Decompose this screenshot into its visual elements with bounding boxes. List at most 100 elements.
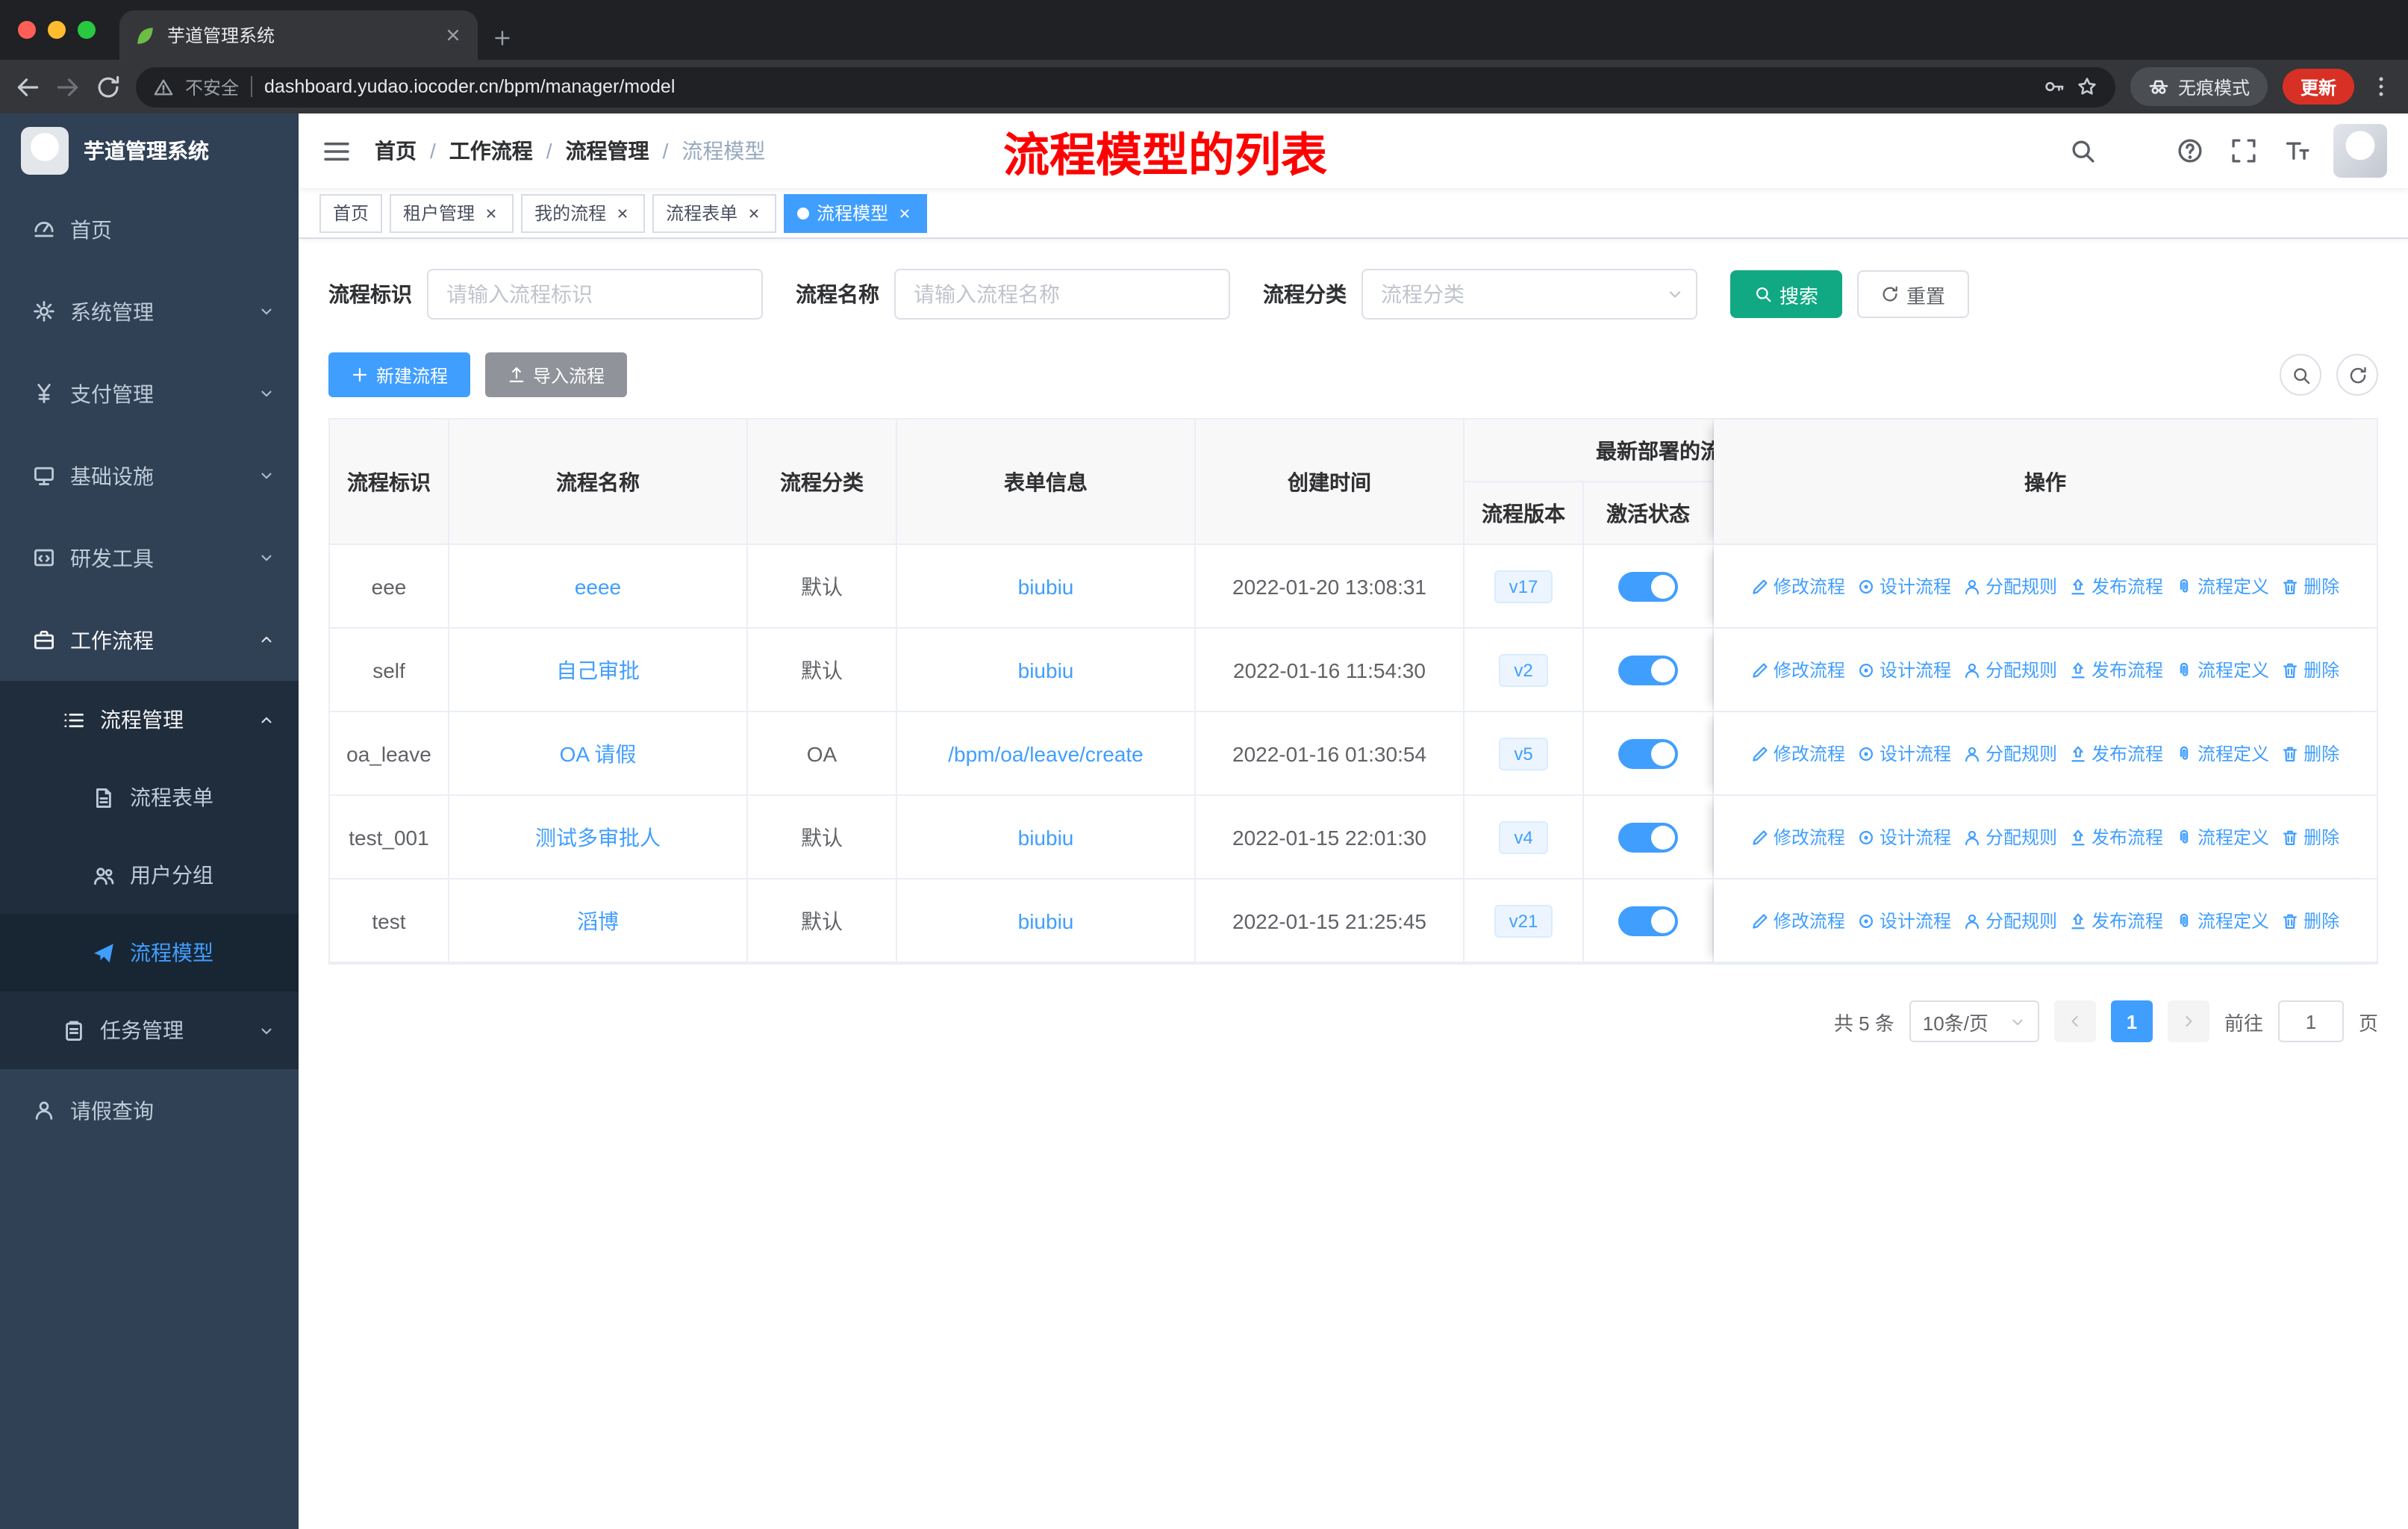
active-toggle[interactable] xyxy=(1618,738,1678,768)
action-assign[interactable]: 分配规则 xyxy=(1963,741,2057,766)
action-delete[interactable]: 删除 xyxy=(2281,824,2339,850)
reload-button[interactable] xyxy=(96,74,121,99)
action-publish[interactable]: 发布流程 xyxy=(2069,657,2163,682)
sidebar-item-process-form[interactable]: 流程表单 xyxy=(0,759,299,836)
action-assign[interactable]: 分配规则 xyxy=(1963,908,2057,933)
sidebar-item-process-management[interactable]: 流程管理 xyxy=(0,681,299,759)
sidebar-item-process-model[interactable]: 流程模型 xyxy=(0,914,299,991)
form-link[interactable]: biubiu xyxy=(1018,658,1074,682)
action-definition[interactable]: 流程定义 xyxy=(2175,573,2269,599)
action-publish[interactable]: 发布流程 xyxy=(2069,908,2163,933)
process-name-link[interactable]: 自己审批 xyxy=(556,655,640,685)
breadcrumb-item-workflow[interactable]: 工作流程 xyxy=(449,136,533,166)
process-name-link[interactable]: 滔博 xyxy=(577,906,619,935)
sidebar-item-user-group[interactable]: 用户分组 xyxy=(0,836,299,914)
close-icon[interactable] xyxy=(745,204,763,222)
sidebar-item-system[interactable]: 系统管理 xyxy=(0,270,299,352)
menu-dots-icon[interactable] xyxy=(2369,75,2393,99)
action-assign[interactable]: 分配规则 xyxy=(1963,824,2057,850)
sidebar-item-infrastructure[interactable]: 基础设施 xyxy=(0,435,299,517)
page-number-button[interactable]: 1 xyxy=(2110,1000,2153,1042)
action-delete[interactable]: 删除 xyxy=(2281,573,2339,599)
action-design[interactable]: 设计流程 xyxy=(1857,824,1951,850)
close-tab-icon[interactable] xyxy=(443,25,463,45)
action-edit[interactable]: 修改流程 xyxy=(1751,908,1845,933)
user-avatar[interactable] xyxy=(2333,124,2387,178)
search-button[interactable] xyxy=(2280,354,2321,396)
minimize-window-button[interactable] xyxy=(48,21,66,39)
action-publish[interactable]: 发布流程 xyxy=(2069,741,2163,766)
active-toggle[interactable] xyxy=(1618,822,1678,852)
goto-page-input[interactable] xyxy=(2277,1000,2344,1042)
sidebar-item-payment[interactable]: 支付管理 xyxy=(0,352,299,435)
form-link[interactable]: /bpm/oa/leave/create xyxy=(948,741,1144,765)
zoom-window-button[interactable] xyxy=(78,21,96,39)
sidebar-item-home[interactable]: 首页 xyxy=(0,188,299,270)
action-publish[interactable]: 发布流程 xyxy=(2069,573,2163,599)
active-toggle[interactable] xyxy=(1618,571,1678,601)
action-publish[interactable]: 发布流程 xyxy=(2069,824,2163,850)
create-process-button[interactable]: 新建流程 xyxy=(328,352,471,397)
action-definition[interactable]: 流程定义 xyxy=(2175,657,2269,682)
sidebar-item-leave-query[interactable]: 请假查询 xyxy=(0,1069,299,1151)
page-size-select[interactable]: 10条/页 xyxy=(1909,1000,2039,1042)
tag-process-model[interactable]: 流程模型 xyxy=(784,193,928,232)
action-design[interactable]: 设计流程 xyxy=(1857,573,1951,599)
next-page-button[interactable] xyxy=(2167,1000,2209,1042)
search-button[interactable] xyxy=(2059,128,2106,173)
action-assign[interactable]: 分配规则 xyxy=(1963,657,2057,682)
tag-process-form[interactable]: 流程表单 xyxy=(652,193,777,232)
key-icon[interactable] xyxy=(2044,76,2065,97)
font-size-button[interactable] xyxy=(2274,128,2321,173)
action-design[interactable]: 设计流程 xyxy=(1857,741,1951,766)
action-design[interactable]: 设计流程 xyxy=(1857,908,1951,933)
action-delete[interactable]: 删除 xyxy=(2281,908,2339,933)
action-edit[interactable]: 修改流程 xyxy=(1751,657,1845,682)
action-design[interactable]: 设计流程 xyxy=(1857,657,1951,682)
tag-my-process[interactable]: 我的流程 xyxy=(521,193,646,232)
forward-button[interactable] xyxy=(55,74,81,99)
help-button[interactable] xyxy=(2166,128,2214,173)
sidebar-logo[interactable]: 芋道管理系统 xyxy=(0,113,299,188)
close-window-button[interactable] xyxy=(18,21,36,39)
sidebar-item-dev-tools[interactable]: 研发工具 xyxy=(0,517,299,599)
update-button[interactable]: 更新 xyxy=(2282,69,2354,105)
process-name-input[interactable] xyxy=(894,269,1230,320)
address-bar[interactable]: 不安全 dashboard.yudao.iocoder.cn/bpm/manag… xyxy=(136,66,2115,107)
tag-tenant-management[interactable]: 租户管理 xyxy=(390,193,514,232)
close-icon[interactable] xyxy=(614,204,631,222)
github-button[interactable] xyxy=(2112,128,2160,173)
process-name-link[interactable]: eeee xyxy=(575,574,621,598)
fullscreen-button[interactable] xyxy=(2220,128,2268,173)
process-name-link[interactable]: OA 请假 xyxy=(560,738,637,768)
form-link[interactable]: biubiu xyxy=(1018,574,1074,598)
process-category-select[interactable] xyxy=(1361,269,1697,320)
active-toggle[interactable] xyxy=(1618,906,1678,935)
action-delete[interactable]: 删除 xyxy=(2281,741,2339,766)
new-tab-button[interactable] xyxy=(493,28,512,48)
action-definition[interactable]: 流程定义 xyxy=(2175,741,2269,766)
process-name-link[interactable]: 测试多审批人 xyxy=(535,822,661,852)
action-assign[interactable]: 分配规则 xyxy=(1963,573,2057,599)
sidebar-item-task-management[interactable]: 任务管理 xyxy=(0,991,299,1069)
close-icon[interactable] xyxy=(896,204,914,222)
sidebar-item-workflow[interactable]: 工作流程 xyxy=(0,599,299,681)
import-process-button[interactable]: 导入流程 xyxy=(485,352,628,397)
form-link[interactable]: biubiu xyxy=(1018,909,1074,932)
action-definition[interactable]: 流程定义 xyxy=(2175,824,2269,850)
prev-page-button[interactable] xyxy=(2053,1000,2096,1042)
close-icon[interactable] xyxy=(482,204,500,222)
form-link[interactable]: biubiu xyxy=(1018,825,1074,849)
breadcrumb-item-home[interactable]: 首页 xyxy=(375,136,417,166)
active-toggle[interactable] xyxy=(1618,655,1678,685)
browser-tab[interactable]: 芋道管理系统 xyxy=(119,10,478,60)
breadcrumb-item-process-management[interactable]: 流程管理 xyxy=(566,136,649,166)
refresh-button[interactable] xyxy=(2336,354,2378,396)
reset-button[interactable]: 重置 xyxy=(1857,270,1970,318)
action-definition[interactable]: 流程定义 xyxy=(2175,908,2269,933)
action-edit[interactable]: 修改流程 xyxy=(1751,573,1845,599)
action-delete[interactable]: 删除 xyxy=(2281,657,2339,682)
tag-home[interactable]: 首页 xyxy=(319,193,383,232)
back-button[interactable] xyxy=(15,74,40,99)
hamburger-button[interactable] xyxy=(299,137,375,165)
